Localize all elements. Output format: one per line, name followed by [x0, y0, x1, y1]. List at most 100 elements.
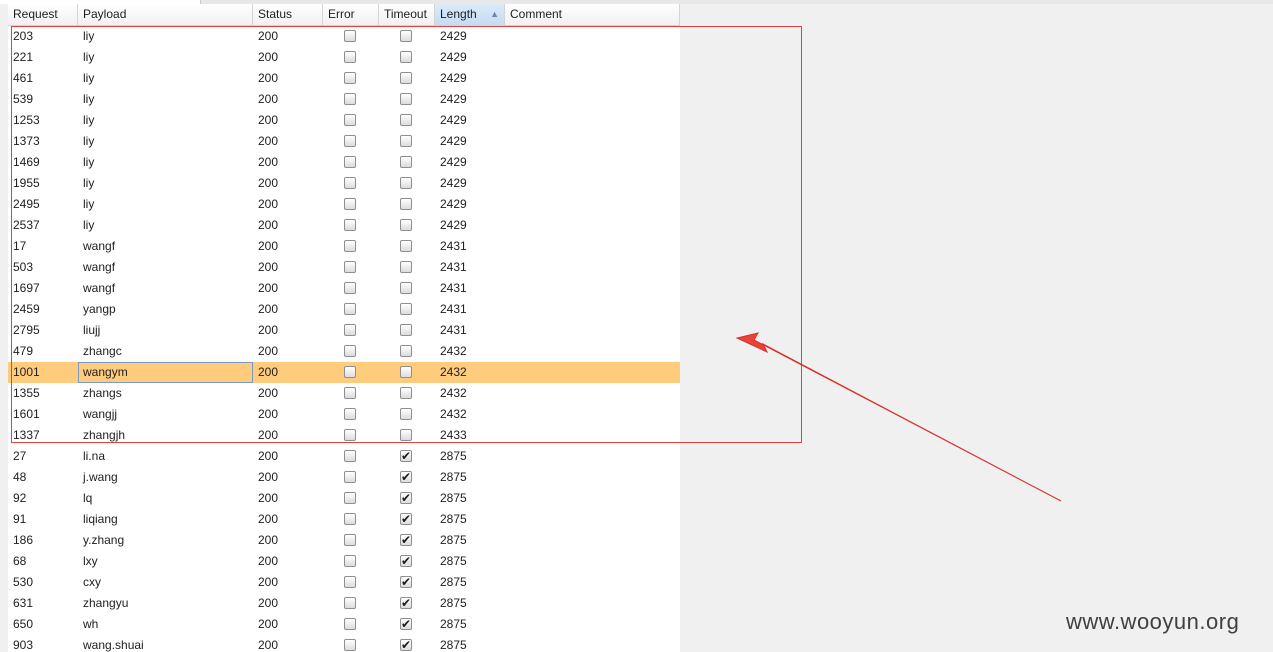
cell-length[interactable]: 2875 [435, 530, 505, 551]
cell-comment[interactable] [505, 614, 680, 635]
cell-length[interactable]: 2429 [435, 26, 505, 47]
cell-payload[interactable]: y.zhang [78, 530, 253, 551]
cell-request[interactable]: 221 [8, 47, 78, 68]
table-row[interactable]: 479 zhangc 200 2432 [8, 341, 680, 362]
error-checkbox[interactable] [344, 240, 356, 252]
cell-payload[interactable]: zhangc [78, 341, 253, 362]
cell-request[interactable]: 539 [8, 89, 78, 110]
table-row[interactable]: 1697 wangf 200 2431 [8, 278, 680, 299]
cell-status[interactable]: 200 [253, 89, 323, 110]
cell-comment[interactable] [505, 152, 680, 173]
cell-length[interactable]: 2431 [435, 236, 505, 257]
timeout-checkbox[interactable] [400, 303, 412, 315]
cell-payload[interactable]: zhangs [78, 383, 253, 404]
cell-payload[interactable]: liy [78, 68, 253, 89]
table-row[interactable]: 92 lq 200 ✔ 2875 [8, 488, 680, 509]
timeout-checkbox[interactable] [400, 198, 412, 210]
cell-comment[interactable] [505, 362, 680, 383]
error-checkbox[interactable] [344, 471, 356, 483]
error-checkbox[interactable] [344, 555, 356, 567]
cell-request[interactable]: 1373 [8, 131, 78, 152]
cell-comment[interactable] [505, 425, 680, 446]
cell-payload[interactable]: liy [78, 215, 253, 236]
cell-length[interactable]: 2429 [435, 68, 505, 89]
cell-status[interactable]: 200 [253, 278, 323, 299]
cell-status[interactable]: 200 [253, 488, 323, 509]
cell-status[interactable]: 200 [253, 593, 323, 614]
table-row[interactable]: 461 liy 200 2429 [8, 68, 680, 89]
error-checkbox[interactable] [344, 30, 356, 42]
cell-request[interactable]: 1955 [8, 173, 78, 194]
cell-status[interactable]: 200 [253, 47, 323, 68]
error-checkbox[interactable] [344, 114, 356, 126]
cell-request[interactable]: 530 [8, 572, 78, 593]
cell-comment[interactable] [505, 194, 680, 215]
cell-request[interactable]: 479 [8, 341, 78, 362]
table-row[interactable]: 2537 liy 200 2429 [8, 215, 680, 236]
cell-payload[interactable]: liy [78, 47, 253, 68]
error-checkbox[interactable] [344, 303, 356, 315]
table-row[interactable]: 186 y.zhang 200 ✔ 2875 [8, 530, 680, 551]
cell-comment[interactable] [505, 89, 680, 110]
cell-payload[interactable]: zhangyu [78, 593, 253, 614]
error-checkbox[interactable] [344, 639, 356, 651]
error-checkbox[interactable] [344, 261, 356, 273]
cell-status[interactable]: 200 [253, 110, 323, 131]
timeout-checkbox[interactable] [400, 261, 412, 273]
error-checkbox[interactable] [344, 450, 356, 462]
error-checkbox[interactable] [344, 177, 356, 189]
cell-comment[interactable] [505, 278, 680, 299]
cell-comment[interactable] [505, 551, 680, 572]
error-checkbox[interactable] [344, 135, 356, 147]
cell-request[interactable]: 2495 [8, 194, 78, 215]
cell-length[interactable]: 2432 [435, 341, 505, 362]
error-checkbox[interactable] [344, 429, 356, 441]
cell-length[interactable]: 2429 [435, 152, 505, 173]
cell-length[interactable]: 2875 [435, 551, 505, 572]
error-checkbox[interactable] [344, 51, 356, 63]
cell-payload[interactable]: liy [78, 194, 253, 215]
error-checkbox[interactable] [344, 324, 356, 336]
table-row[interactable]: 631 zhangyu 200 ✔ 2875 [8, 593, 680, 614]
cell-payload[interactable]: j.wang [78, 467, 253, 488]
cell-length[interactable]: 2431 [435, 257, 505, 278]
cell-request[interactable]: 1355 [8, 383, 78, 404]
timeout-checkbox[interactable] [400, 219, 412, 231]
error-checkbox[interactable] [344, 345, 356, 357]
cell-payload[interactable]: liy [78, 110, 253, 131]
cell-status[interactable]: 200 [253, 509, 323, 530]
cell-length[interactable]: 2432 [435, 383, 505, 404]
error-checkbox[interactable] [344, 387, 356, 399]
cell-length[interactable]: 2429 [435, 173, 505, 194]
cell-request[interactable]: 1001 [8, 362, 78, 383]
cell-status[interactable]: 200 [253, 152, 323, 173]
cell-request[interactable]: 903 [8, 635, 78, 652]
timeout-checkbox[interactable]: ✔ [400, 492, 412, 504]
cell-comment[interactable] [505, 509, 680, 530]
cell-request[interactable]: 48 [8, 467, 78, 488]
timeout-checkbox[interactable] [400, 429, 412, 441]
cell-comment[interactable] [505, 257, 680, 278]
cell-payload[interactable]: liujj [78, 320, 253, 341]
cell-comment[interactable] [505, 320, 680, 341]
error-checkbox[interactable] [344, 282, 356, 294]
cell-length[interactable]: 2431 [435, 320, 505, 341]
cell-payload[interactable]: liy [78, 26, 253, 47]
cell-request[interactable]: 203 [8, 26, 78, 47]
cell-status[interactable]: 200 [253, 551, 323, 572]
column-header-request[interactable]: Request [8, 4, 78, 25]
error-checkbox[interactable] [344, 366, 356, 378]
table-row[interactable]: 530 cxy 200 ✔ 2875 [8, 572, 680, 593]
timeout-checkbox[interactable] [400, 114, 412, 126]
cell-payload[interactable]: wangym [78, 362, 253, 383]
cell-comment[interactable] [505, 383, 680, 404]
cell-status[interactable]: 200 [253, 131, 323, 152]
table-row[interactable]: 1955 liy 200 2429 [8, 173, 680, 194]
timeout-checkbox[interactable] [400, 387, 412, 399]
error-checkbox[interactable] [344, 576, 356, 588]
timeout-checkbox[interactable] [400, 366, 412, 378]
cell-comment[interactable] [505, 572, 680, 593]
cell-request[interactable]: 650 [8, 614, 78, 635]
column-header-length[interactable]: Length ▲ [435, 4, 505, 25]
table-row[interactable]: 650 wh 200 ✔ 2875 [8, 614, 680, 635]
